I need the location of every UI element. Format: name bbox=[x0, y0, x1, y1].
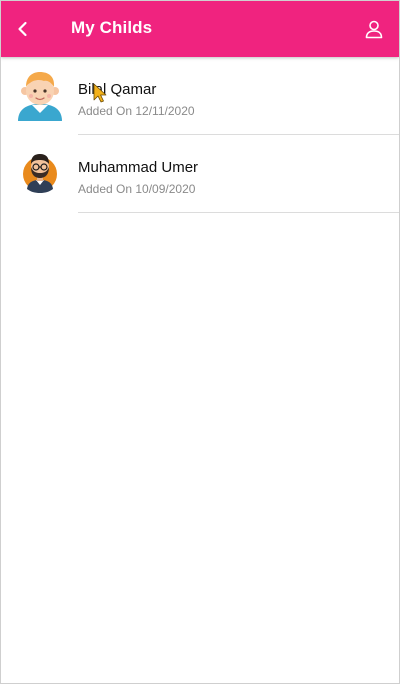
mouse-cursor-icon bbox=[93, 83, 107, 103]
child-name: Bilal Qamar bbox=[78, 81, 157, 98]
page-title: My Childs bbox=[71, 18, 153, 37]
child-added-date: Added On 12/11/2020 bbox=[78, 104, 195, 118]
user-icon bbox=[365, 20, 383, 39]
chevron-left-icon bbox=[18, 21, 27, 37]
list-item-child[interactable]: Bilal Qamar Added On 12/11/2020 bbox=[1, 57, 399, 135]
list-item-child[interactable]: Muhammad Umer Added On 10/09/2020 bbox=[1, 135, 399, 213]
list-divider bbox=[78, 212, 399, 213]
children-list: Bilal Qamar Added On 12/11/2020 Muhammad… bbox=[1, 57, 399, 213]
profile-button[interactable] bbox=[359, 14, 389, 44]
child-avatar-icon bbox=[18, 72, 62, 121]
app-bar: My Childs bbox=[1, 1, 399, 57]
app-frame: My Childs Bilal Qamar Added On 12/11/202… bbox=[0, 0, 400, 684]
child-name: Muhammad Umer bbox=[78, 159, 199, 176]
man-avatar-icon bbox=[23, 154, 57, 193]
back-button[interactable] bbox=[7, 13, 39, 45]
child-added-date: Added On 10/09/2020 bbox=[78, 182, 196, 196]
